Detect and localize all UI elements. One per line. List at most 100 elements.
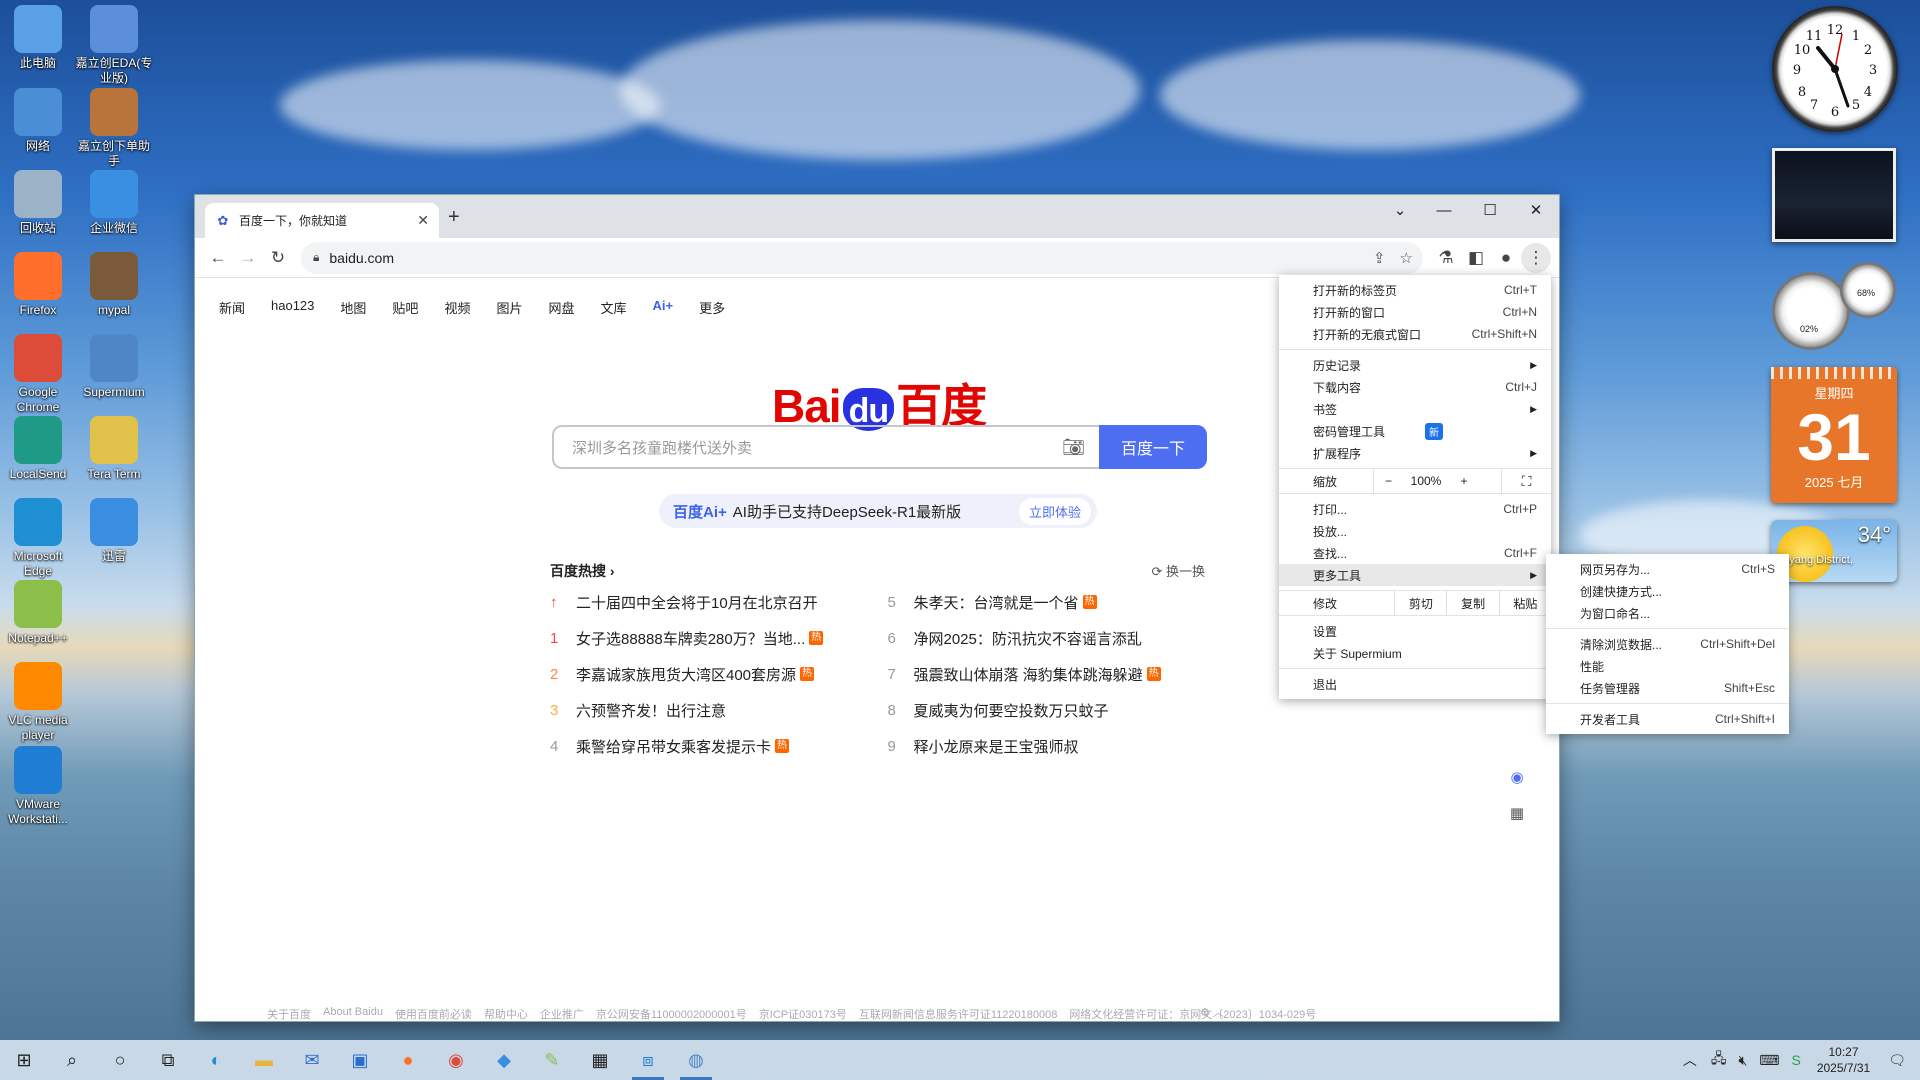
notepadpp-taskbar-icon[interactable]: ✎ <box>528 1040 576 1080</box>
desktop-icon[interactable]: Microsoft Edge <box>0 498 78 579</box>
calendar-gadget[interactable]: 星期四 31 2025 七月 <box>1771 367 1897 503</box>
footer-link[interactable]: 使用百度前必读 <box>395 1006 472 1022</box>
menu-item[interactable]: 打开新的窗口 Ctrl+N <box>1279 301 1551 323</box>
submenu-performance[interactable]: 性能 <box>1546 655 1789 677</box>
mail-icon[interactable]: ✉ <box>288 1040 336 1080</box>
nav-link[interactable]: 地图 <box>340 298 366 317</box>
nav-link[interactable]: 网盘 <box>548 298 574 317</box>
cpu-meter-gadget[interactable]: 02% 68% <box>1770 262 1898 350</box>
menu-history[interactable]: 历史记录 ▶ <box>1279 354 1551 376</box>
start-button[interactable]: ⊞ <box>0 1040 48 1080</box>
desktop-icon[interactable]: LocalSend <box>0 416 78 482</box>
desktop-icon[interactable]: 此电脑 <box>0 5 78 71</box>
hot-item[interactable]: 2 李嘉诚家族甩货大湾区400套房源热 <box>550 661 868 687</box>
address-bar[interactable]: 🔒︎ baidu.com ⇪ ☆ <box>301 241 1423 274</box>
edge-taskbar-icon[interactable]: ◐ <box>192 1040 240 1080</box>
nav-link[interactable]: Ai+ <box>653 298 674 317</box>
ime-icon[interactable]: ⌨ <box>1759 1052 1779 1069</box>
desktop-icon[interactable]: 网络 <box>0 88 78 154</box>
submenu-create-shortcut[interactable]: 创建快捷方式... <box>1546 580 1789 602</box>
hot-item[interactable]: 8 夏威夷为何要空投数万只蚊子 <box>888 697 1206 723</box>
submenu-task-manager[interactable]: 任务管理器 Shift+Esc <box>1546 677 1789 699</box>
menu-item[interactable]: 打开新的无痕式窗口 Ctrl+Shift+N <box>1279 323 1551 345</box>
network-tray-icon[interactable]: 🖧︎ <box>1711 1048 1727 1072</box>
submenu-clear-data[interactable]: 清除浏览数据... Ctrl+Shift+Del <box>1546 633 1789 655</box>
menu-cast[interactable]: 投放... <box>1279 520 1551 542</box>
hot-item[interactable]: ↑ 二十届四中全会将于10月在北京召开 <box>550 589 868 615</box>
labs-flask-icon[interactable]: ⚗ <box>1431 243 1461 273</box>
footer-link[interactable]: 帮助中心 <box>484 1006 528 1022</box>
submenu-devtools[interactable]: 开发者工具 Ctrl+Shift+I <box>1546 708 1789 730</box>
supermium-taskbar-icon[interactable]: ◍ <box>672 1040 720 1080</box>
zoom-in-button[interactable]: + <box>1449 469 1479 493</box>
hot-item[interactable]: 6 净网2025：防汛抗灾不容谣言添乱 <box>888 625 1206 651</box>
taskbar-clock[interactable]: 10:27 2025/7/31 <box>1817 1044 1870 1076</box>
camera-icon[interactable]: 📷︎ <box>1062 437 1085 458</box>
menu-more-tools[interactable]: 更多工具 ▶ <box>1279 564 1551 586</box>
hot-item[interactable]: 4 乘警给穿吊带女乘客发提示卡热 <box>550 733 868 759</box>
vmware-taskbar-icon[interactable]: ⧈ <box>624 1040 672 1080</box>
nav-link[interactable]: 文库 <box>600 298 626 317</box>
footer-link[interactable]: 企业推广 <box>540 1006 584 1022</box>
chrome-taskbar-icon[interactable]: ◉ <box>432 1040 480 1080</box>
menu-print[interactable]: 打印... Ctrl+P <box>1279 498 1551 520</box>
desktop-icon[interactable]: mypal <box>74 252 154 318</box>
refresh-button[interactable]: ⟳ 换一换 <box>1151 561 1205 581</box>
slideshow-gadget[interactable] <box>1772 148 1896 242</box>
footer-link[interactable]: 京ICP证030173号 <box>759 1006 847 1022</box>
menu-item[interactable]: 打开新的标签页 Ctrl+T <box>1279 279 1551 301</box>
close-tab-icon[interactable]: ✕ <box>417 212 429 229</box>
share-icon[interactable]: ⇪ <box>1373 249 1386 267</box>
menu-downloads[interactable]: 下载内容 Ctrl+J <box>1279 376 1551 398</box>
show-hidden-icons-icon[interactable]: ︿ <box>1683 1050 1697 1070</box>
desktop-icon[interactable]: Notepad++ <box>0 580 78 646</box>
menu-kebab-icon[interactable]: ⋮ <box>1521 242 1551 273</box>
bookmark-star-icon[interactable]: ☆ <box>1400 249 1413 267</box>
desktop-icon[interactable]: 嘉立创下单助手 <box>74 88 154 169</box>
minimize-button[interactable]: — <box>1421 195 1467 227</box>
menu-password-manager[interactable]: 密码管理工具新 <box>1279 420 1551 442</box>
desktop-icon[interactable]: VMware Workstati... <box>0 746 78 827</box>
file-explorer-icon[interactable]: ▬ <box>240 1040 288 1080</box>
footer-link[interactable]: 京公网安备11000002000001号 <box>596 1006 747 1022</box>
desktop-icon[interactable]: 企业微信 <box>74 170 154 236</box>
desktop-icon[interactable]: Google Chrome <box>0 334 78 415</box>
desktop-icon[interactable]: 迅雷 <box>74 498 154 564</box>
nav-link[interactable]: 新闻 <box>219 298 245 317</box>
store-icon[interactable]: ▣ <box>336 1040 384 1080</box>
notification-icon[interactable]: 🗨︎ <box>1888 1052 1906 1069</box>
reload-button[interactable]: ↻ <box>263 243 293 273</box>
task-view-icon[interactable]: ⧉ <box>144 1040 192 1080</box>
calculator-icon[interactable]: ▦ <box>576 1040 624 1080</box>
desktop-icon[interactable]: 回收站 <box>0 170 78 236</box>
hot-item[interactable]: 9 释小龙原来是王宝强师叔 <box>888 733 1206 759</box>
weather-gadget[interactable]: 34° ngyang District, <box>1771 520 1897 582</box>
hot-item[interactable]: 3 六预警齐发！出行注意 <box>550 697 868 723</box>
qr-code-icon[interactable]: ▦ <box>1505 801 1529 825</box>
menu-extensions[interactable]: 扩展程序 ▶ <box>1279 442 1551 464</box>
desktop-icon[interactable]: Tera Term <box>74 416 154 482</box>
hot-item[interactable]: 7 强震致山体崩落 海豹集体跳海躲避热 <box>888 661 1206 687</box>
profile-avatar-icon[interactable]: ● <box>1491 243 1521 273</box>
fullscreen-icon[interactable]: ⛶ <box>1501 469 1551 493</box>
nav-link[interactable]: 贴吧 <box>392 298 418 317</box>
tab-search-button[interactable]: ⌄ <box>1377 195 1423 227</box>
nav-link[interactable]: 图片 <box>496 298 522 317</box>
submenu-name-window[interactable]: 为窗口命名... <box>1546 602 1789 624</box>
search-input[interactable]: 深圳多名孩童跑楼代送外卖 📷︎ <box>552 425 1099 469</box>
nav-link[interactable]: 视频 <box>444 298 470 317</box>
assistant-icon[interactable]: ◉ <box>1505 765 1529 789</box>
side-panel-icon[interactable]: ◧ <box>1461 243 1491 273</box>
nav-link[interactable]: 更多 <box>699 298 725 317</box>
submenu-save-page[interactable]: 网页另存为... Ctrl+S <box>1546 558 1789 580</box>
cortana-icon[interactable]: ○ <box>96 1040 144 1080</box>
footer-link[interactable]: 网络文化经营许可证：京网文〔2023〕1034-029号 <box>1069 1006 1316 1022</box>
desktop-icon[interactable]: Firefox <box>0 252 78 318</box>
app-taskbar-icon[interactable]: ◆ <box>480 1040 528 1080</box>
ai-banner[interactable]: 百度Ai+ AI助手已支持DeepSeek-R1最新版 立即体验 <box>659 494 1097 528</box>
paste-button[interactable]: 粘贴 <box>1498 591 1551 615</box>
desktop-icon[interactable]: Supermium <box>74 334 154 400</box>
cut-button[interactable]: 剪切 <box>1394 591 1446 615</box>
nav-link[interactable]: hao123 <box>271 298 314 317</box>
back-button[interactable]: ← <box>203 243 233 273</box>
